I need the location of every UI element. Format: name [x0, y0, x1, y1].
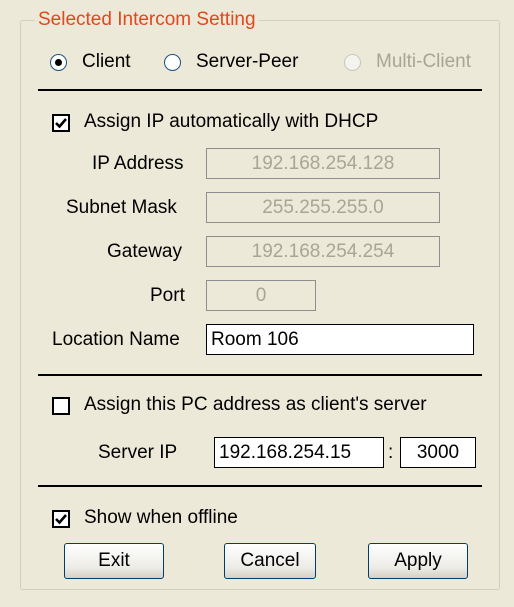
- server-port-separator: :: [388, 442, 394, 463]
- assign-server-checkbox[interactable]: [52, 397, 70, 415]
- multi-client-radio: [344, 54, 361, 71]
- subnet-mask-label: Subnet Mask: [66, 197, 177, 218]
- show-offline-checkbox[interactable]: [52, 510, 70, 528]
- server-ip-label: Server IP: [98, 442, 178, 463]
- ip-address-field: 192.168.254.128: [206, 148, 440, 179]
- exit-button[interactable]: Exit: [64, 543, 164, 579]
- server-peer-label[interactable]: Server-Peer: [196, 50, 298, 74]
- port-field: 0: [206, 280, 316, 311]
- group-title: Selected Intercom Setting: [35, 8, 259, 32]
- location-name-label: Location Name: [52, 329, 180, 350]
- checkmark-icon: [55, 514, 67, 525]
- ip-address-label: IP Address: [92, 153, 184, 174]
- apply-button[interactable]: Apply: [368, 543, 468, 579]
- checkmark-icon: [55, 118, 67, 129]
- location-name-field[interactable]: Room 106: [206, 324, 474, 355]
- client-radio[interactable]: [50, 54, 67, 71]
- subnet-mask-field: 255.255.255.0: [206, 192, 440, 223]
- gateway-field: 192.168.254.254: [206, 236, 440, 267]
- server-port-field[interactable]: 3000: [400, 437, 476, 468]
- assign-server-label[interactable]: Assign this PC address as client's serve…: [84, 393, 427, 417]
- client-radio-dot: [55, 59, 62, 66]
- separator-3: [38, 485, 482, 487]
- gateway-label: Gateway: [107, 241, 182, 262]
- client-label[interactable]: Client: [82, 50, 131, 74]
- server-peer-radio[interactable]: [164, 54, 181, 71]
- show-offline-label[interactable]: Show when offline: [84, 506, 238, 530]
- separator-2: [38, 374, 482, 376]
- dhcp-label[interactable]: Assign IP automatically with DHCP: [84, 110, 378, 134]
- server-ip-field[interactable]: 192.168.254.15: [214, 437, 384, 468]
- port-label: Port: [150, 285, 185, 306]
- dhcp-checkbox[interactable]: [52, 114, 70, 132]
- separator-1: [38, 89, 482, 91]
- multi-client-label: Multi-Client: [376, 51, 472, 72]
- cancel-button[interactable]: Cancel: [224, 543, 316, 579]
